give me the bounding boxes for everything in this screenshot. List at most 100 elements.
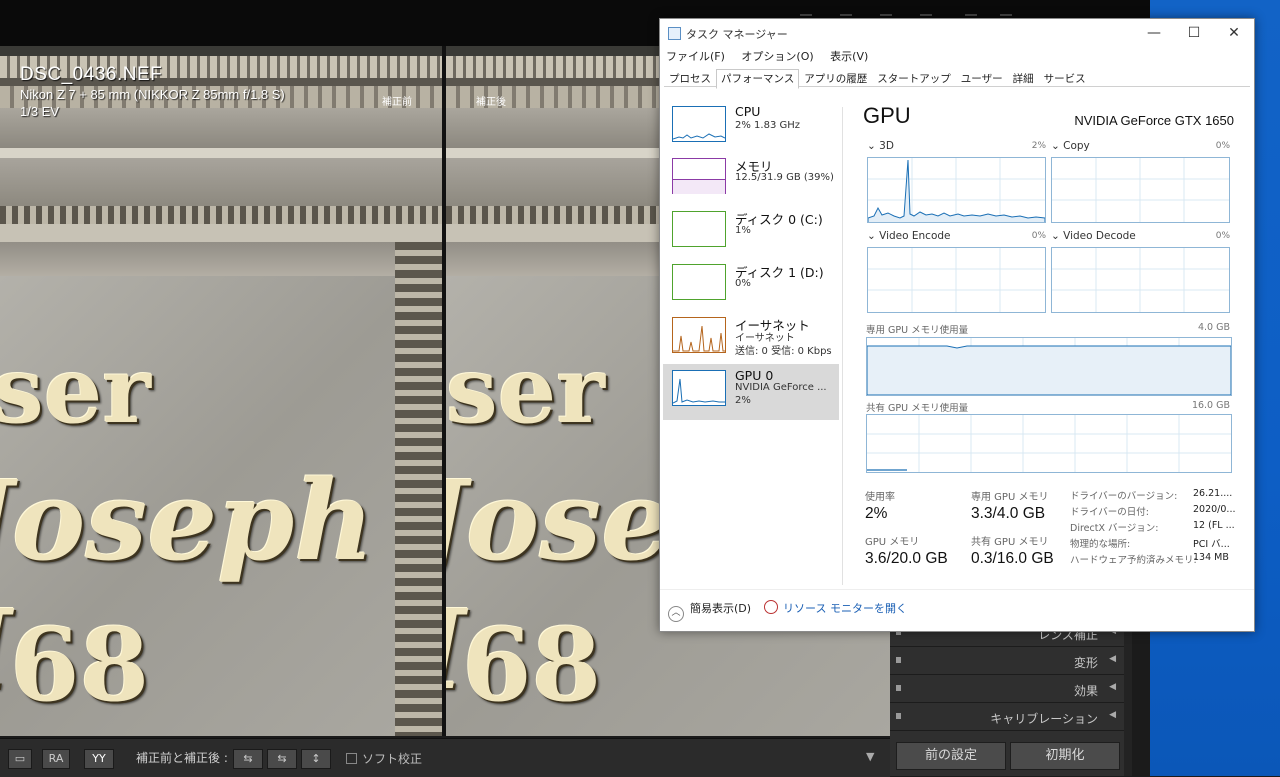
copy-after-to-before-button[interactable]: ⇆ [267, 749, 297, 769]
sidebar-item-detail-2: 送信: 0 受信: 0 Kbps [735, 346, 832, 357]
physical-location-value: PCI バ... [1193, 539, 1230, 550]
panel-row-label: キャリブレーション [990, 712, 1098, 726]
dedicated-memory-graph [866, 337, 1232, 396]
engine-video-encode-graph [867, 247, 1046, 313]
before-after-label: 補正前と補正後 : [136, 751, 228, 765]
panel-calibration[interactable]: キャリブレーション ◀ [890, 704, 1126, 731]
chevron-up-icon: ︿ [668, 606, 684, 622]
reset-button[interactable]: 初期化 [1010, 742, 1120, 770]
shared-gpu-memory-label: 共有 GPU メモリ [971, 537, 1049, 548]
engine-video-encode-label[interactable]: ⌄ Video Encode [867, 230, 951, 242]
right-panel-scrollbar[interactable] [1124, 620, 1132, 776]
before-after-split-button[interactable]: YY [84, 749, 114, 769]
task-manager-app-icon [668, 27, 681, 40]
sidebar-item-detail: 12.5/31.9 GB (39%) [735, 172, 834, 183]
driver-version-value: 26.21.... [1193, 488, 1233, 499]
gpu-page-title: GPU [863, 103, 911, 128]
engine-video-decode-label[interactable]: ⌄ Video Decode [1051, 230, 1136, 242]
photo-info-overlay: DSC_0436.NEF Nikon Z 7 + 85 mm (NIKKOR Z… [20, 64, 285, 120]
tab-performance[interactable]: パフォーマンス [716, 69, 800, 89]
before-label: 補正前 [382, 97, 412, 108]
engine-copy-name: Copy [1063, 140, 1090, 152]
after-label: 補正後 [476, 97, 506, 108]
sidebar-item-detail: NVIDIA GeForce ... [735, 382, 827, 393]
tab-details[interactable]: 詳細 [1008, 69, 1039, 89]
directx-version-label: DirectX バージョン: [1070, 523, 1159, 534]
shared-memory-max: 16.0 GB [1191, 400, 1230, 411]
sidebar-separator [842, 107, 843, 585]
carving-text-line1: ser [0, 336, 151, 444]
shared-memory-graph [866, 414, 1232, 473]
tab-bar: プロセス パフォーマンス アプリの履歴 スタートアップ ユーザー 詳細 サービス [664, 67, 1250, 89]
panel-effects[interactable]: 効果 ◀ [890, 676, 1126, 703]
directx-version-value: 12 (FL ... [1193, 520, 1235, 531]
collapse-triangle-icon: ◀ [1109, 682, 1116, 692]
tab-services[interactable]: サービス [1039, 69, 1091, 89]
before-after-lr-button[interactable]: RA [42, 749, 70, 769]
sidebar-item-ethernet[interactable]: イーサネット イーサネット 送信: 0 受信: 0 Kbps [663, 311, 839, 367]
photo-exposure: 1/3 EV [20, 104, 60, 119]
title-bar[interactable]: タスク マネージャー — ☐ ✕ [660, 19, 1254, 47]
task-manager-window: タスク マネージャー — ☐ ✕ ファイル(F) オプション(O) 表示(V) … [659, 18, 1255, 632]
window-title: タスク マネージャー [686, 28, 788, 41]
resource-monitor-icon [764, 600, 778, 614]
minimize-button[interactable]: — [1134, 19, 1174, 47]
sidebar-item-memory[interactable]: メモリ 12.5/31.9 GB (39%) [663, 152, 839, 208]
fewer-details-button[interactable]: ︿ 簡易表示(D) [668, 600, 751, 622]
maximize-button[interactable]: ☐ [1174, 19, 1214, 47]
sidebar-item-disk0[interactable]: ディスク 0 (C:) 1% [663, 205, 839, 261]
collapse-triangle-icon: ◀ [1109, 710, 1116, 720]
menu-file[interactable]: ファイル(F) [666, 50, 725, 63]
previous-settings-button[interactable]: 前の設定 [896, 742, 1006, 770]
physical-location-label: 物理的な場所: [1070, 539, 1131, 550]
loupe-view-button[interactable]: ▭ [8, 749, 32, 769]
sidebar-item-disk1[interactable]: ディスク 1 (D:) 0% [663, 258, 839, 314]
sidebar-item-cpu[interactable]: CPU 2% 1.83 GHz [663, 100, 839, 156]
tab-users[interactable]: ユーザー [956, 69, 1008, 89]
open-resource-monitor-link[interactable]: リソース モニターを開く [764, 600, 907, 616]
panel-transform[interactable]: 変形 ◀ [890, 648, 1126, 675]
engine-video-encode-name: Video Encode [879, 230, 951, 242]
collapse-triangle-icon: ◀ [1109, 654, 1116, 664]
gpu-thumbnail-graph [672, 370, 726, 406]
soft-proof-label: ソフト校正 [362, 752, 423, 766]
hardware-reserved-memory-value: 134 MB [1193, 552, 1229, 563]
memory-thumbnail-graph [672, 158, 726, 194]
engine-3d-label[interactable]: ⌄ 3D [867, 140, 894, 152]
disk1-thumbnail-graph [672, 264, 726, 300]
hardware-reserved-memory-label: ハードウェア予約済みメモリ: [1070, 555, 1197, 566]
gpu-memory-label: GPU メモリ [865, 537, 920, 548]
engine-video-encode-percent: 0% [1031, 231, 1046, 241]
dedicated-gpu-memory-value: 3.3/4.0 GB [971, 505, 1046, 522]
copy-before-to-after-button[interactable]: ⇆ [233, 749, 263, 769]
dedicated-gpu-memory-label: 専用 GPU メモリ [971, 492, 1049, 503]
engine-3d-graph [867, 157, 1046, 223]
tab-processes[interactable]: プロセス [664, 69, 716, 89]
toolbar-dropdown-icon[interactable]: ▼ [866, 750, 874, 763]
engine-copy-label[interactable]: ⌄ Copy [1051, 140, 1090, 152]
engine-video-decode-graph [1051, 247, 1230, 313]
disk0-thumbnail-graph [672, 211, 726, 247]
menu-view[interactable]: 表示(V) [830, 50, 868, 63]
carving-text-line1-after: ser [446, 336, 605, 444]
lightroom-bottom-toolbar: ▭ RA YY 補正前と補正後 : ⇆ ⇆ ↕ ソフト校正 ▼ [0, 738, 890, 777]
engine-video-decode-name: Video Decode [1063, 230, 1136, 242]
menu-bar: ファイル(F) オプション(O) 表示(V) [666, 48, 881, 64]
menu-options[interactable]: オプション(O) [741, 50, 813, 63]
sidebar-item-detail: 1% [735, 225, 751, 236]
tab-startup[interactable]: スタートアップ [872, 69, 956, 89]
engine-3d-percent: 2% [1031, 141, 1046, 151]
sidebar-item-label: CPU [735, 104, 761, 119]
close-button[interactable]: ✕ [1214, 19, 1254, 47]
photo-before-view[interactable]: 補正前 ser Joseph I 68 [0, 46, 442, 736]
sidebar-item-detail: 2% 1.83 GHz [735, 120, 801, 131]
sidebar-item-label: GPU 0 [735, 368, 774, 383]
sidebar-item-gpu0[interactable]: GPU 0 NVIDIA GeForce ... 2% [663, 364, 839, 420]
swap-before-after-button[interactable]: ↕ [301, 749, 331, 769]
panel-row-label: 変形 [1073, 656, 1098, 670]
tab-app-history[interactable]: アプリの履歴 [799, 69, 872, 89]
engine-copy-percent: 0% [1215, 141, 1230, 151]
footer-separator [660, 589, 1254, 590]
shared-gpu-memory-value: 0.3/16.0 GB [971, 550, 1054, 567]
soft-proof-checkbox[interactable]: ソフト校正 [346, 750, 422, 767]
